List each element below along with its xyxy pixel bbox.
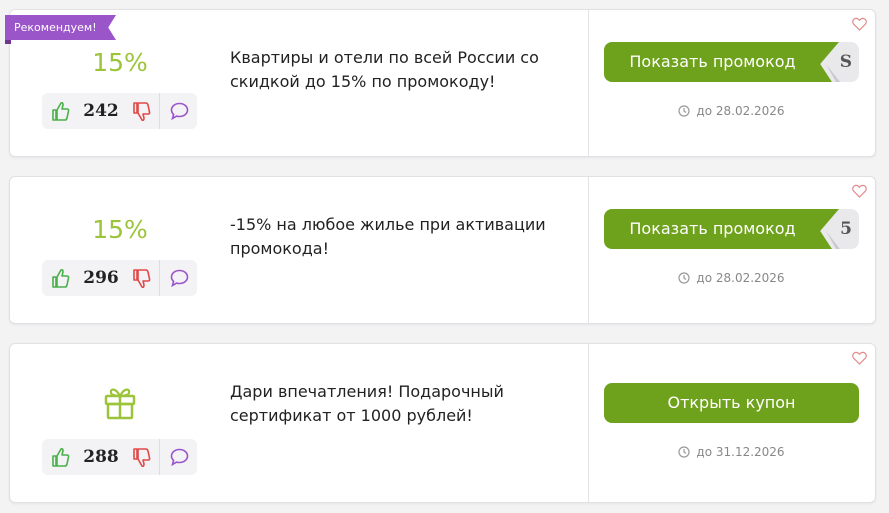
offer-description-line: -15% на любое жилье при активации: [230, 215, 546, 234]
clock-icon: [678, 272, 691, 284]
show-promo-button-group: S Показать промокод: [604, 42, 859, 82]
offer-description-line: Дари впечатления! Подарочный: [230, 382, 504, 401]
offer-description-line: Квартиры и отели по всей России со: [230, 48, 539, 67]
thumbs-up-icon[interactable]: [52, 447, 70, 467]
card-divider: [588, 177, 589, 323]
expiry-date: до 28.02.2026: [604, 271, 859, 285]
promo-fold-corner: [826, 64, 840, 82]
expiry-date: до 28.02.2026: [604, 104, 859, 118]
expiry-text: до 28.02.2026: [696, 271, 785, 285]
open-coupon-button-group: Открыть купон: [604, 383, 859, 423]
recommended-badge: Рекомендуем!: [5, 15, 116, 40]
offer-description: -15% на любое жилье при активации промок…: [230, 213, 570, 261]
vote-count: 296: [83, 268, 119, 288]
card-divider: [588, 344, 589, 502]
expiry-text: до 28.02.2026: [696, 104, 785, 118]
clock-icon: [678, 446, 691, 458]
heart-icon[interactable]: [852, 351, 867, 365]
vote-separator: [159, 93, 160, 129]
offer-card-2: 15% 296 -15% на любое жилье при активаци…: [9, 176, 876, 324]
offer-description-line: сертификат от 1000 рублей!: [230, 406, 473, 425]
thumbs-down-icon[interactable]: [133, 269, 151, 289]
heart-icon[interactable]: [852, 17, 867, 31]
vote-box: 296: [42, 260, 197, 296]
vote-separator: [159, 439, 160, 475]
offer-description-line: промокода!: [230, 239, 329, 258]
expiry-date: до 31.12.2026: [604, 445, 859, 459]
offer-description-line: скидкой до 15% по промокоду!: [230, 72, 496, 91]
comment-icon[interactable]: [170, 102, 189, 120]
thumbs-up-icon[interactable]: [52, 268, 70, 288]
vote-count: 288: [83, 447, 119, 467]
expiry-text: до 31.12.2026: [696, 445, 785, 459]
thumbs-down-icon[interactable]: [133, 102, 151, 122]
promo-fold-corner: [826, 231, 840, 249]
comment-icon[interactable]: [170, 448, 189, 466]
offer-description: Квартиры и отели по всей России со скидк…: [230, 46, 570, 94]
vote-separator: [159, 260, 160, 296]
card-divider: [588, 10, 589, 156]
thumbs-up-icon[interactable]: [52, 101, 70, 121]
vote-box: 288: [42, 439, 197, 475]
discount-value: 15%: [92, 48, 148, 77]
offer-card-3: 288 Дари впечатления! Подарочный сертифи…: [9, 343, 876, 503]
gift-icon: [104, 388, 136, 420]
comment-icon[interactable]: [170, 269, 189, 287]
discount-value: 15%: [92, 215, 148, 244]
vote-count: 242: [83, 101, 119, 121]
show-promo-button[interactable]: Показать промокод: [604, 209, 839, 249]
show-promo-button[interactable]: Показать промокод: [604, 42, 839, 82]
open-coupon-button[interactable]: Открыть купон: [604, 383, 859, 423]
vote-box: 242: [42, 93, 197, 129]
heart-icon[interactable]: [852, 184, 867, 198]
recommended-badge-fold: [5, 40, 11, 44]
clock-icon: [678, 105, 691, 117]
offer-card-1: 15% 242 Квартиры и отели по всей России …: [9, 9, 876, 157]
show-promo-button-group: 5 Показать промокод: [604, 209, 859, 249]
thumbs-down-icon[interactable]: [133, 448, 151, 468]
offer-description: Дари впечатления! Подарочный сертификат …: [230, 380, 570, 428]
